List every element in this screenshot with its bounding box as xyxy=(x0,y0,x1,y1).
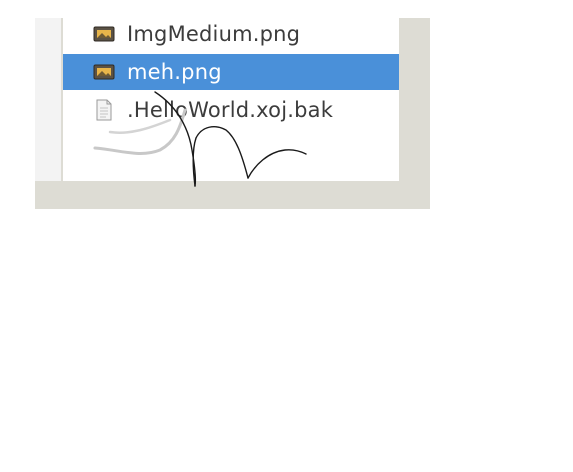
file-name: meh.png xyxy=(127,60,222,84)
image-file-icon xyxy=(93,63,115,81)
file-row-imgmedium[interactable]: ImgMedium.png xyxy=(63,18,399,51)
file-row-meh[interactable]: meh.png xyxy=(63,54,399,90)
file-list: ImgMedium.png meh.png .HelloWorld.xoj.ba… xyxy=(63,18,399,181)
text-file-icon xyxy=(93,99,115,120)
file-browser-panel: ImgMedium.png meh.png .HelloWorld.xoj.ba… xyxy=(35,18,430,209)
image-file-icon xyxy=(93,25,115,43)
file-name: .HelloWorld.xoj.bak xyxy=(127,97,334,122)
left-gutter xyxy=(35,18,61,181)
file-name: ImgMedium.png xyxy=(127,21,301,46)
file-row-helloworld-bak[interactable]: .HelloWorld.xoj.bak xyxy=(63,92,399,127)
